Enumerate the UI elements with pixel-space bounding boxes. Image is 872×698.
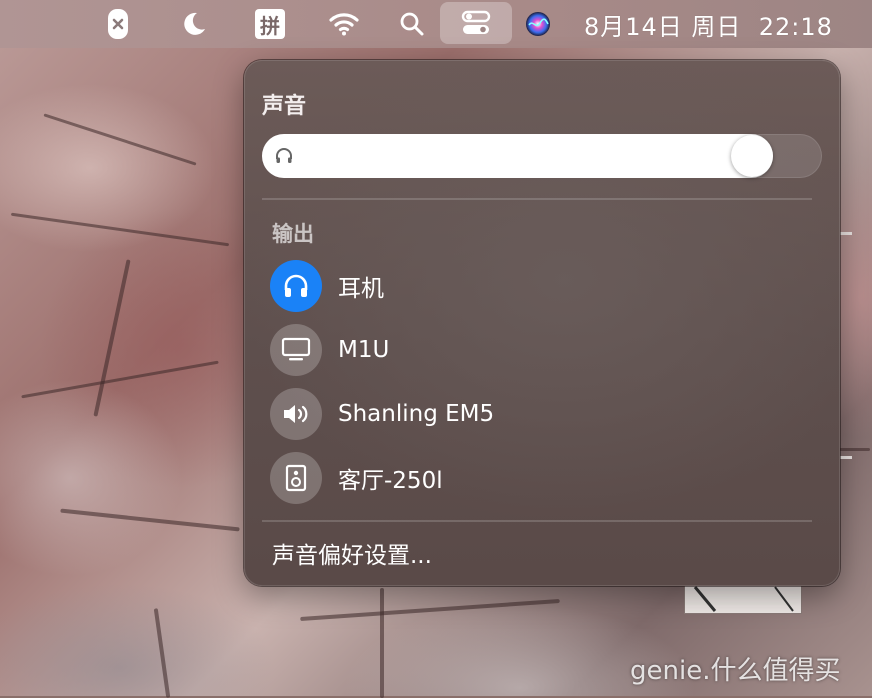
headphones-icon: [276, 148, 292, 163]
volume-slider-fill: [262, 134, 773, 178]
output-device-shanling-em5[interactable]: Shanling EM5: [270, 387, 494, 441]
display-icon: [281, 337, 311, 361]
focus-mode-button[interactable]: [174, 0, 214, 48]
speaker-icon: [284, 405, 308, 423]
siri-icon: [526, 12, 550, 36]
output-device-m1u[interactable]: M1U: [270, 323, 389, 377]
volume-slider[interactable]: [262, 134, 822, 178]
device-icon-circle: [270, 388, 322, 440]
desktop-marker: [840, 456, 852, 459]
app-status-item[interactable]: [104, 0, 132, 48]
search-icon: [400, 12, 424, 36]
desktop-marker: [840, 232, 852, 235]
input-method-icon: 拼: [255, 9, 285, 39]
volume-slider-knob[interactable]: [731, 135, 773, 177]
device-icon-circle: [270, 324, 322, 376]
sound-preferences-link[interactable]: 声音偏好设置...: [272, 536, 432, 570]
clock-button[interactable]: 8月14日 周日 22:18: [584, 0, 842, 48]
divider: [262, 520, 812, 522]
wifi-button[interactable]: [324, 0, 364, 48]
background-window-thumbnail[interactable]: [684, 584, 802, 614]
output-device-living-room[interactable]: 客厅-250l: [270, 451, 443, 505]
menu-bar: 拼 8月14日 周日 22:18: [0, 0, 872, 48]
watermark: genie.什么值得买: [630, 656, 841, 686]
input-method-button[interactable]: 拼: [252, 0, 288, 48]
control-center-button[interactable]: [440, 2, 512, 44]
device-label: Shanling EM5: [338, 401, 495, 427]
homepod-speaker-icon: [285, 464, 307, 492]
device-label: 耳机: [338, 276, 384, 302]
close-x-icon: [108, 9, 128, 39]
panel-title: 声音: [262, 94, 307, 119]
divider: [262, 198, 812, 200]
output-section-label: 输出: [272, 222, 314, 246]
moon-icon: [184, 12, 205, 35]
wifi-icon: [329, 13, 359, 36]
output-device-headphones[interactable]: 耳机: [270, 259, 384, 313]
menubar-clock: 8月14日 周日 22:18: [584, 12, 833, 41]
sound-menu-panel: 声音 输出 耳机 M1U Shanling EM5 客厅-250l 声音偏好设置…: [244, 60, 840, 586]
siri-button[interactable]: [520, 0, 556, 48]
device-label: M1U: [338, 337, 390, 363]
device-icon-circle: [270, 260, 322, 312]
device-icon-circle: [270, 452, 322, 504]
control-center-icon: [461, 10, 491, 34]
spotlight-button[interactable]: [392, 0, 432, 48]
device-label: 客厅-250l: [338, 468, 443, 494]
headphones-icon: [284, 274, 308, 297]
